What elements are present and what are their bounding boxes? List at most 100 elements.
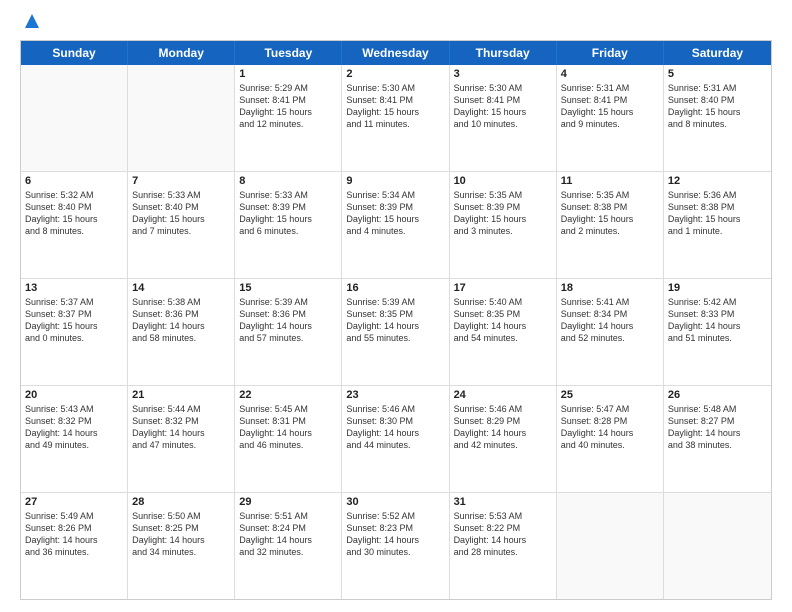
cell-info-line: Sunrise: 5:33 AM [132, 189, 230, 201]
cell-info-line: Sunset: 8:38 PM [561, 201, 659, 213]
calendar-cell-empty [557, 493, 664, 599]
cell-info-line: Daylight: 14 hours [561, 427, 659, 439]
cell-info-line: and 4 minutes. [346, 225, 444, 237]
calendar-cell-day-24: 24Sunrise: 5:46 AMSunset: 8:29 PMDayligh… [450, 386, 557, 492]
cell-info-line: Sunrise: 5:44 AM [132, 403, 230, 415]
cell-info-line: Sunrise: 5:34 AM [346, 189, 444, 201]
cell-info-line: Sunset: 8:38 PM [668, 201, 767, 213]
cell-info-line: Sunset: 8:28 PM [561, 415, 659, 427]
cell-info-line: Sunrise: 5:31 AM [561, 82, 659, 94]
cell-info-line: and 51 minutes. [668, 332, 767, 344]
cell-info-line: Sunset: 8:40 PM [25, 201, 123, 213]
cell-info-line: Daylight: 14 hours [346, 427, 444, 439]
calendar-cell-empty [664, 493, 771, 599]
day-number: 1 [239, 68, 337, 80]
cell-info-line: Daylight: 15 hours [25, 213, 123, 225]
logo [20, 16, 41, 30]
page: SundayMondayTuesdayWednesdayThursdayFrid… [0, 0, 792, 612]
day-number: 21 [132, 389, 230, 401]
weekday-header-saturday: Saturday [664, 41, 771, 65]
day-number: 24 [454, 389, 552, 401]
day-number: 8 [239, 175, 337, 187]
cell-info-line: Sunset: 8:35 PM [454, 308, 552, 320]
cell-info-line: and 49 minutes. [25, 439, 123, 451]
cell-info-line: Sunrise: 5:47 AM [561, 403, 659, 415]
cell-info-line: Sunset: 8:36 PM [239, 308, 337, 320]
calendar-cell-empty [128, 65, 235, 171]
cell-info-line: Daylight: 14 hours [454, 534, 552, 546]
day-number: 29 [239, 496, 337, 508]
calendar-cell-day-30: 30Sunrise: 5:52 AMSunset: 8:23 PMDayligh… [342, 493, 449, 599]
cell-info-line: Daylight: 14 hours [132, 427, 230, 439]
cell-info-line: Sunset: 8:39 PM [239, 201, 337, 213]
calendar-cell-day-9: 9Sunrise: 5:34 AMSunset: 8:39 PMDaylight… [342, 172, 449, 278]
cell-info-line: Sunset: 8:41 PM [239, 94, 337, 106]
cell-info-line: Sunrise: 5:43 AM [25, 403, 123, 415]
cell-info-line: Sunset: 8:26 PM [25, 522, 123, 534]
day-number: 27 [25, 496, 123, 508]
cell-info-line: Sunset: 8:29 PM [454, 415, 552, 427]
calendar-row-1: 1Sunrise: 5:29 AMSunset: 8:41 PMDaylight… [21, 65, 771, 171]
cell-info-line: Daylight: 15 hours [346, 213, 444, 225]
cell-info-line: Sunrise: 5:39 AM [346, 296, 444, 308]
calendar-cell-day-5: 5Sunrise: 5:31 AMSunset: 8:40 PMDaylight… [664, 65, 771, 171]
cell-info-line: Sunrise: 5:48 AM [668, 403, 767, 415]
cell-info-line: Sunrise: 5:33 AM [239, 189, 337, 201]
cell-info-line: Daylight: 14 hours [239, 320, 337, 332]
day-number: 2 [346, 68, 444, 80]
cell-info-line: Sunrise: 5:35 AM [561, 189, 659, 201]
calendar-header: SundayMondayTuesdayWednesdayThursdayFrid… [21, 41, 771, 65]
calendar-cell-day-27: 27 Sunrise: 5:49 AMSunset: 8:26 PMDayligh… [21, 493, 128, 599]
cell-info-line: and 11 minutes. [346, 118, 444, 130]
day-number: 9 [346, 175, 444, 187]
calendar-cell-day-6: 6 Sunrise: 5:32 AMSunset: 8:40 PMDaylight… [21, 172, 128, 278]
cell-info-line: and 1 minute. [668, 225, 767, 237]
cell-info-line: Daylight: 14 hours [132, 534, 230, 546]
weekday-header-sunday: Sunday [21, 41, 128, 65]
cell-info-line: Daylight: 14 hours [132, 320, 230, 332]
day-number: 26 [668, 389, 767, 401]
header [20, 16, 772, 30]
calendar-cell-day-1: 1Sunrise: 5:29 AMSunset: 8:41 PMDaylight… [235, 65, 342, 171]
cell-info-line: and 2 minutes. [561, 225, 659, 237]
day-number: 7 [132, 175, 230, 187]
calendar-cell-day-13: 13Sunrise: 5:37 AMSunset: 8:37 PMDayligh… [21, 279, 128, 385]
day-number: 6 [25, 175, 123, 187]
cell-info-line: Sunrise: 5:29 AM [239, 82, 337, 94]
cell-info-line: Sunrise: 5:50 AM [132, 510, 230, 522]
cell-info-line: Sunset: 8:41 PM [561, 94, 659, 106]
cell-info-line: and 0 minutes. [25, 332, 123, 344]
cell-info-line: Sunset: 8:31 PM [239, 415, 337, 427]
cell-info-line: Sunset: 8:32 PM [132, 415, 230, 427]
calendar-cell-day-26: 26Sunrise: 5:48 AMSunset: 8:27 PMDayligh… [664, 386, 771, 492]
cell-info-line: Sunrise: 5:49 AM [25, 510, 123, 522]
cell-info-line: and 55 minutes. [346, 332, 444, 344]
calendar-cell-day-14: 14Sunrise: 5:38 AMSunset: 8:36 PMDayligh… [128, 279, 235, 385]
weekday-header-thursday: Thursday [450, 41, 557, 65]
calendar-cell-day-28: 28Sunrise: 5:50 AMSunset: 8:25 PMDayligh… [128, 493, 235, 599]
cell-info-line: and 7 minutes. [132, 225, 230, 237]
cell-info-line: Sunset: 8:22 PM [454, 522, 552, 534]
cell-info-line: Daylight: 15 hours [668, 106, 767, 118]
day-number: 12 [668, 175, 767, 187]
cell-info-line: Sunrise: 5:30 AM [454, 82, 552, 94]
cell-info-line: Sunrise: 5:37 AM [25, 296, 123, 308]
cell-info-line: and 30 minutes. [346, 546, 444, 558]
cell-info-line: Sunrise: 5:53 AM [454, 510, 552, 522]
cell-info-line: Daylight: 14 hours [239, 427, 337, 439]
day-number: 30 [346, 496, 444, 508]
day-number: 25 [561, 389, 659, 401]
cell-info-line: Sunrise: 5:30 AM [346, 82, 444, 94]
calendar-cell-day-4: 4Sunrise: 5:31 AMSunset: 8:41 PMDaylight… [557, 65, 664, 171]
cell-info-line: and 8 minutes. [25, 225, 123, 237]
cell-info-line: Sunset: 8:40 PM [668, 94, 767, 106]
cell-info-line: and 8 minutes. [668, 118, 767, 130]
cell-info-line: Sunrise: 5:32 AM [25, 189, 123, 201]
cell-info-line: Daylight: 15 hours [454, 213, 552, 225]
cell-info-line: Daylight: 15 hours [561, 106, 659, 118]
calendar-cell-day-8: 8Sunrise: 5:33 AMSunset: 8:39 PMDaylight… [235, 172, 342, 278]
cell-info-line: Daylight: 14 hours [25, 534, 123, 546]
cell-info-line: Daylight: 14 hours [25, 427, 123, 439]
day-number: 15 [239, 282, 337, 294]
cell-info-line: Sunset: 8:27 PM [668, 415, 767, 427]
